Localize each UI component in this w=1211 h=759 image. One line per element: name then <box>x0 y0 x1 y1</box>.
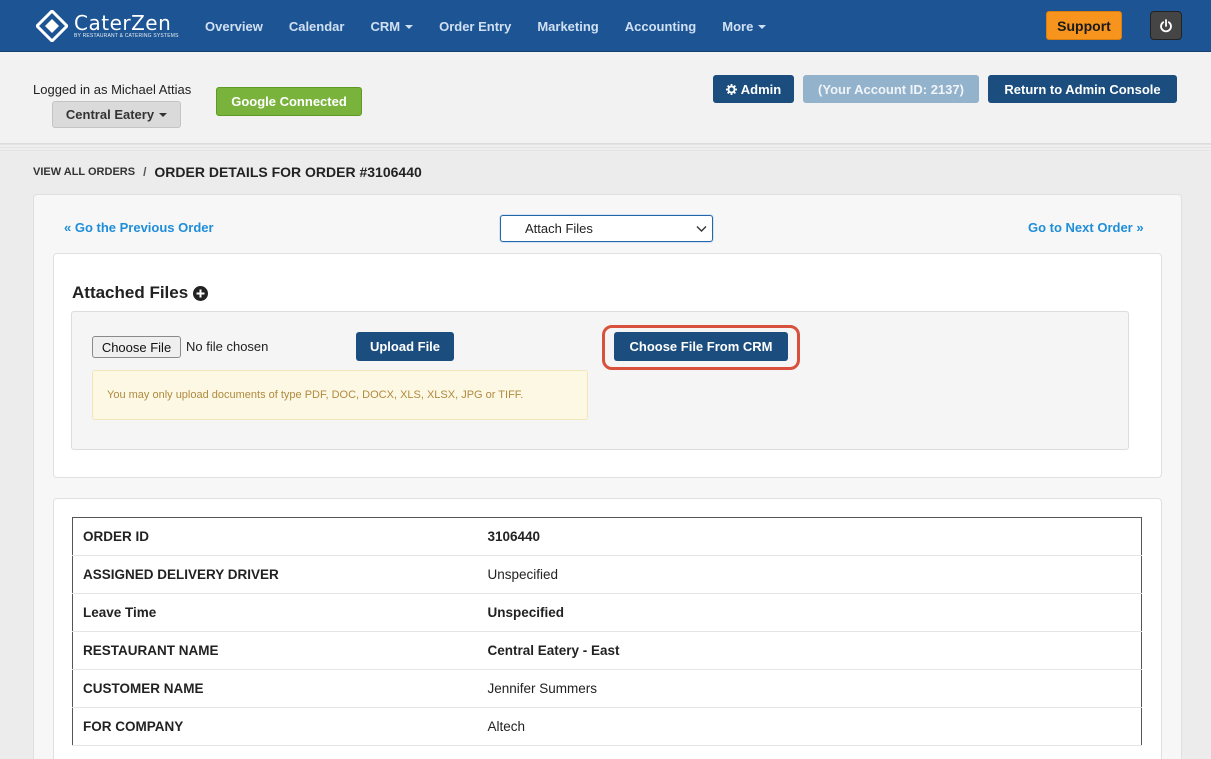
nav-more-dropdown[interactable]: More <box>722 19 767 34</box>
chevron-down-icon <box>696 226 707 232</box>
file-status-text: No file chosen <box>186 339 269 354</box>
breadcrumb-separator: / <box>143 165 147 179</box>
row-key: CUSTOMER NAME <box>72 669 488 708</box>
logout-button[interactable] <box>1150 11 1182 40</box>
main-nav: Overview Calendar CRM Order Entry Market… <box>192 0 779 52</box>
table-row: Leave Time Unspecified <box>72 593 1142 632</box>
logo-diamond-icon <box>36 10 68 42</box>
gear-icon <box>725 83 737 95</box>
next-order-link[interactable]: Go to Next Order » <box>1028 220 1144 235</box>
brand-tagline: By Restaurant & Catering Systems <box>74 33 179 39</box>
brand-name: CaterZen <box>74 11 172 35</box>
table-row: ORDER ID 3106440 <box>72 517 1142 556</box>
breadcrumb: View All Orders / ORDER DETAILS FOR ORDE… <box>33 164 422 180</box>
row-key: RESTAURANT NAME <box>72 631 488 670</box>
choose-file-button[interactable]: Choose File <box>92 336 181 358</box>
row-value: Central Eatery - East <box>487 631 1142 670</box>
caret-down-icon <box>159 112 168 117</box>
order-details-table: ORDER ID 3106440 ASSIGNED DELIVERY DRIVE… <box>72 517 1142 746</box>
caret-down-icon <box>405 25 414 30</box>
google-connected-badge[interactable]: Google Connected <box>216 87 362 116</box>
header-divider <box>0 144 1211 152</box>
support-button[interactable]: Support <box>1046 11 1122 40</box>
order-action-select[interactable]: Attach Files <box>500 215 713 242</box>
file-type-warning: You may only upload documents of type PD… <box>92 370 588 420</box>
previous-order-link[interactable]: « Go the Previous Order <box>64 220 214 235</box>
attached-files-heading: Attached Files <box>72 283 209 303</box>
caterzen-logo[interactable]: CaterZen By Restaurant & Catering System… <box>36 9 179 43</box>
row-value: Altech <box>487 707 1142 746</box>
choose-file-from-crm-button[interactable]: Choose File From CRM <box>614 332 788 361</box>
table-row: ASSIGNED DELIVERY DRIVER Unspecified <box>72 555 1142 594</box>
nav-overview[interactable]: Overview <box>205 19 263 34</box>
table-row: FOR COMPANY Altech <box>72 707 1142 746</box>
location-dropdown[interactable]: Central Eatery <box>52 101 181 128</box>
return-to-admin-console-button[interactable]: Return to Admin Console <box>988 75 1177 103</box>
nav-calendar[interactable]: Calendar <box>289 19 345 34</box>
nav-order-entry[interactable]: Order Entry <box>439 19 511 34</box>
page-title: ORDER DETAILS FOR ORDER #3106440 <box>154 164 422 180</box>
row-value: Jennifer Summers <box>487 669 1142 708</box>
row-key: Leave Time <box>72 593 488 632</box>
logged-in-text: Logged in as Michael Attias <box>33 82 192 97</box>
row-key: FOR COMPANY <box>72 707 488 746</box>
nav-crm-dropdown[interactable]: CRM <box>370 19 414 34</box>
row-key: ORDER ID <box>72 517 488 556</box>
top-navbar: CaterZen By Restaurant & Catering System… <box>0 0 1211 52</box>
account-id-badge: (Your Account ID: 2137) <box>803 75 979 103</box>
table-row: RESTAURANT NAME Central Eatery - East <box>72 631 1142 670</box>
upload-file-button[interactable]: Upload File <box>356 332 454 361</box>
nav-marketing[interactable]: Marketing <box>537 19 598 34</box>
breadcrumb-view-all-orders[interactable]: View All Orders <box>33 166 135 178</box>
table-row: CUSTOMER NAME Jennifer Summers <box>72 669 1142 708</box>
caret-down-icon <box>758 25 767 30</box>
row-key: ASSIGNED DELIVERY DRIVER <box>72 555 488 594</box>
row-value: Unspecified <box>487 555 1142 594</box>
nav-accounting[interactable]: Accounting <box>625 19 697 34</box>
power-icon <box>1160 18 1172 32</box>
row-value: Unspecified <box>487 593 1142 632</box>
add-file-icon[interactable] <box>193 285 209 301</box>
admin-button[interactable]: Admin <box>713 75 794 103</box>
row-value: 3106440 <box>487 517 1142 556</box>
